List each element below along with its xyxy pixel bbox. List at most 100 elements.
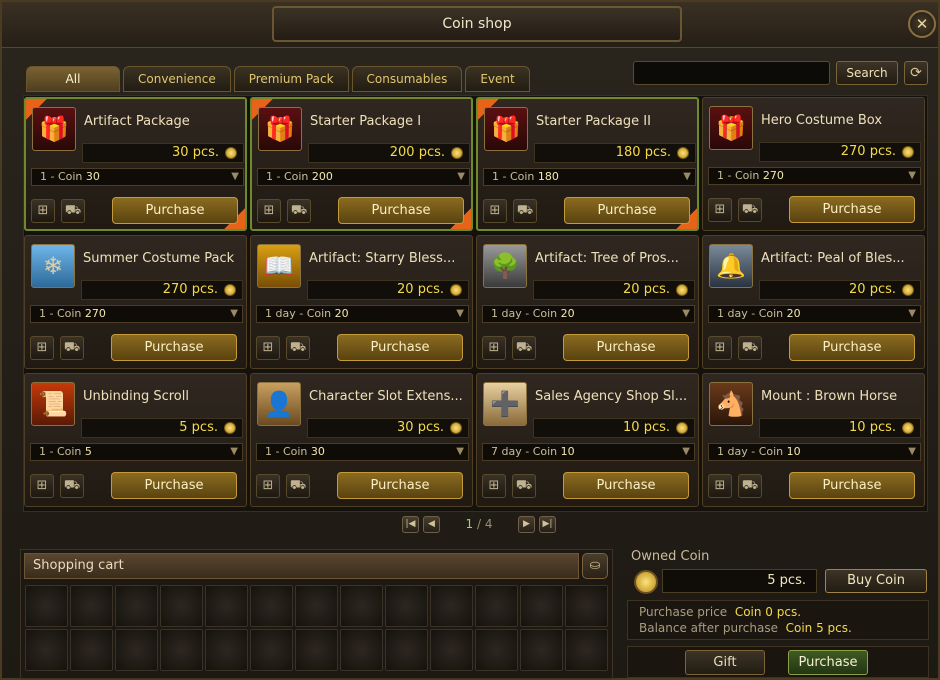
tab-all[interactable]: All [26,66,120,92]
cart-slot[interactable] [475,629,518,671]
add-to-cart-button[interactable]: ⛟ [738,474,762,498]
add-to-cart-button[interactable]: ⛟ [60,336,84,360]
horse-icon[interactable]: 🐴 [709,382,753,426]
gift-chest-icon[interactable]: 🎁 [484,107,528,151]
cart-slot[interactable] [565,585,608,627]
purchase-button[interactable]: Purchase [788,650,868,675]
cart-slot[interactable] [70,585,113,627]
gift-item-button[interactable]: ⊞ [30,474,54,498]
cart-slot[interactable] [25,629,68,671]
cart-slot[interactable] [520,629,563,671]
cart-slot[interactable] [520,585,563,627]
cart-slot[interactable] [160,629,203,671]
tab-consumables[interactable]: Consumables [351,66,463,92]
add-to-cart-button[interactable]: ⛟ [512,336,536,360]
tree-medallion-icon[interactable]: 🌳 [483,244,527,288]
gift-chest-icon[interactable]: 🎁 [32,107,76,151]
tab-premium-pack[interactable]: Premium Pack [233,66,349,92]
item-purchase-button[interactable]: Purchase [337,334,463,361]
item-purchase-button[interactable]: Purchase [564,197,690,224]
add-to-cart-button[interactable]: ⛟ [513,199,537,223]
cart-slot[interactable] [340,629,383,671]
search-input[interactable] [633,61,830,85]
price-option-select[interactable]: 1 - Coin 270 ▼ [708,167,921,185]
cart-slot[interactable] [430,629,473,671]
add-to-cart-button[interactable]: ⛟ [60,474,84,498]
item-purchase-button[interactable]: Purchase [111,334,237,361]
price-option-select[interactable]: 1 - Coin 180 ▼ [483,168,696,186]
price-option-select[interactable]: 1 - Coin 30 ▼ [31,168,244,186]
price-option-select[interactable]: 1 - Coin 5 ▼ [30,443,243,461]
gift-item-button[interactable]: ⊞ [256,474,280,498]
cart-slot[interactable] [385,629,428,671]
tab-event[interactable]: Event [465,66,530,92]
price-option-select[interactable]: 1 day - Coin 20 ▼ [256,305,469,323]
cart-slot[interactable] [340,585,383,627]
gift-item-button[interactable]: ⊞ [708,336,732,360]
item-purchase-button[interactable]: Purchase [111,472,237,499]
next-page-button[interactable]: ▶ [518,515,535,533]
item-purchase-button[interactable]: Purchase [337,472,463,499]
cart-slot[interactable] [385,585,428,627]
cart-slot[interactable] [430,585,473,627]
cart-slot[interactable] [295,585,338,627]
cart-slot[interactable] [250,585,293,627]
last-page-button[interactable]: ▶| [539,515,556,533]
price-option-select[interactable]: 1 day - Coin 10 ▼ [708,443,921,461]
add-to-cart-button[interactable]: ⛟ [286,336,310,360]
cart-slot[interactable] [205,585,248,627]
character-card-icon[interactable]: 👤 [257,382,301,426]
price-option-select[interactable]: 7 day - Coin 10 ▼ [482,443,695,461]
cart-slot[interactable] [565,629,608,671]
add-to-cart-button[interactable]: ⛟ [738,336,762,360]
item-purchase-button[interactable]: Purchase [789,196,915,223]
gift-item-button[interactable]: ⊞ [31,199,55,223]
gift-item-button[interactable]: ⊞ [30,336,54,360]
gift-item-button[interactable]: ⊞ [482,336,506,360]
cart-slot[interactable] [70,629,113,671]
gift-item-button[interactable]: ⊞ [482,474,506,498]
item-purchase-button[interactable]: Purchase [112,197,238,224]
gift-chest-icon[interactable]: 🎁 [709,106,753,150]
price-option-select[interactable]: 1 - Coin 30 ▼ [256,443,469,461]
cart-slot[interactable] [475,585,518,627]
price-option-select[interactable]: 1 day - Coin 20 ▼ [708,305,921,323]
price-option-select[interactable]: 1 - Coin 270 ▼ [30,305,243,323]
add-to-cart-button[interactable]: ⛟ [738,198,762,222]
close-button[interactable]: ✕ [908,10,936,38]
cart-slot[interactable] [295,629,338,671]
cart-slot[interactable] [25,585,68,627]
item-purchase-button[interactable]: Purchase [789,472,915,499]
item-purchase-button[interactable]: Purchase [563,472,689,499]
price-option-select[interactable]: 1 day - Coin 20 ▼ [482,305,695,323]
first-page-button[interactable]: |◀ [402,515,419,533]
search-button[interactable]: Search [836,61,898,85]
gift-item-button[interactable]: ⊞ [257,199,281,223]
gift-item-button[interactable]: ⊞ [708,474,732,498]
ice-cube-icon[interactable]: ❄ [31,244,75,288]
prev-page-button[interactable]: ◀ [423,515,440,533]
gift-button[interactable]: Gift [685,650,765,675]
cart-slot[interactable] [160,585,203,627]
add-to-cart-button[interactable]: ⛟ [286,474,310,498]
cart-slot[interactable] [205,629,248,671]
cart-slot[interactable] [115,585,158,627]
refresh-button[interactable]: ⟳ [904,61,928,85]
add-to-cart-button[interactable]: ⛟ [287,199,311,223]
gift-item-button[interactable]: ⊞ [483,199,507,223]
item-purchase-button[interactable]: Purchase [789,334,915,361]
gift-item-button[interactable]: ⊞ [708,198,732,222]
add-to-cart-button[interactable]: ⛟ [512,474,536,498]
item-purchase-button[interactable]: Purchase [338,197,464,224]
price-option-select[interactable]: 1 - Coin 200 ▼ [257,168,470,186]
gift-item-button[interactable]: ⊞ [256,336,280,360]
tab-convenience[interactable]: Convenience [123,66,231,92]
item-purchase-button[interactable]: Purchase [563,334,689,361]
add-to-cart-button[interactable]: ⛟ [61,199,85,223]
bell-icon[interactable]: 🔔 [709,244,753,288]
cart-slot[interactable] [115,629,158,671]
glowing-book-icon[interactable]: 📖 [257,244,301,288]
cart-clear-button[interactable]: ⛀ [582,553,608,579]
parchment-plus-icon[interactable]: ➕ [483,382,527,426]
cart-slot[interactable] [250,629,293,671]
